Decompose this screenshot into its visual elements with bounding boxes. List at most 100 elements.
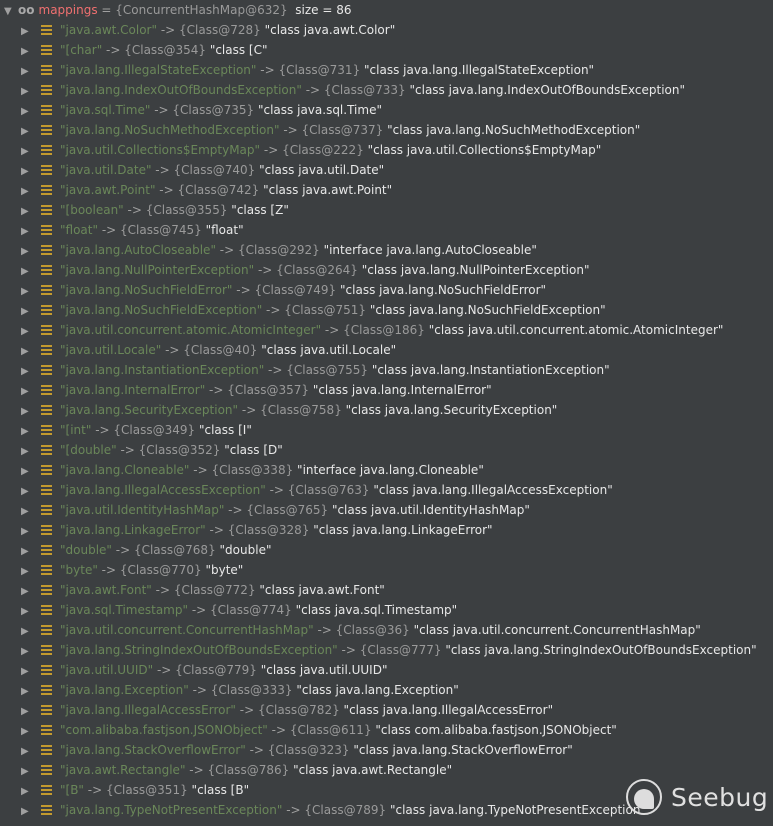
expand-arrow-icon[interactable]: ▶ bbox=[21, 342, 35, 362]
expand-arrow-icon[interactable]: ▶ bbox=[21, 322, 35, 342]
map-entry[interactable]: ▶ "java.sql.Time" -> {Class@735} "class j… bbox=[0, 100, 773, 120]
map-entry[interactable]: ▶ "java.lang.IllegalAccessError" -> {Clas… bbox=[0, 700, 773, 720]
expand-arrow-icon[interactable]: ▶ bbox=[21, 562, 35, 582]
collapse-arrow-icon[interactable]: ▼ bbox=[4, 2, 18, 22]
map-entry[interactable]: ▶ "java.util.Locale" -> {Class@40} "class… bbox=[0, 340, 773, 360]
map-entry[interactable]: ▶ "java.lang.Cloneable" -> {Class@338} "i… bbox=[0, 460, 773, 480]
map-entry[interactable]: ▶ "java.util.UUID" -> {Class@779} "class … bbox=[0, 660, 773, 680]
map-entry[interactable]: ▶ "java.lang.NoSuchFieldError" -> {Class@… bbox=[0, 280, 773, 300]
entry-value: "class java.util.concurrent.ConcurrentHa… bbox=[413, 623, 701, 637]
mappings-node[interactable]: ▼ oo mappings = {ConcurrentHashMap@632} si… bbox=[0, 0, 773, 20]
expand-arrow-icon[interactable]: ▶ bbox=[21, 582, 35, 602]
map-entry[interactable]: ▶ "[char" -> {Class@354} "class [C" bbox=[0, 40, 773, 60]
map-entry[interactable]: ▶ "java.lang.SecurityException" -> {Class… bbox=[0, 400, 773, 420]
arrow-separator: -> bbox=[123, 203, 146, 217]
map-entry[interactable]: ▶ "java.util.concurrent.atomic.AtomicInte… bbox=[0, 320, 773, 340]
expand-arrow-icon[interactable]: ▶ bbox=[21, 302, 35, 322]
map-entry[interactable]: ▶ "java.lang.AutoCloseable" -> {Class@292… bbox=[0, 240, 773, 260]
map-entry[interactable]: ▶ "java.util.Collections$EmptyMap" -> {Cl… bbox=[0, 140, 773, 160]
map-entry[interactable]: ▶ "java.util.Date" -> {Class@740} "class … bbox=[0, 160, 773, 180]
expand-arrow-icon[interactable]: ▶ bbox=[21, 522, 35, 542]
expand-arrow-icon[interactable]: ▶ bbox=[21, 682, 35, 702]
expand-arrow-icon[interactable]: ▶ bbox=[21, 782, 35, 802]
map-entry[interactable]: ▶ "java.lang.StackOverflowError" -> {Clas… bbox=[0, 740, 773, 760]
expand-arrow-icon[interactable]: ▶ bbox=[21, 622, 35, 642]
expand-arrow-icon[interactable]: ▶ bbox=[21, 202, 35, 222]
map-entry[interactable]: ▶ "byte" -> {Class@770} "byte" bbox=[0, 560, 773, 580]
map-entry[interactable]: ▶ "java.lang.IllegalAccessException" -> {… bbox=[0, 480, 773, 500]
entry-value: "class java.lang.StackOverflowError" bbox=[353, 743, 573, 757]
entry-ref: {Class@768} bbox=[133, 543, 216, 557]
expand-arrow-icon[interactable]: ▶ bbox=[21, 282, 35, 302]
map-entry[interactable]: ▶ "com.alibaba.fastjson.JSONObject" -> {C… bbox=[0, 720, 773, 740]
expand-arrow-icon[interactable]: ▶ bbox=[21, 62, 35, 82]
map-entry[interactable]: ▶ "java.lang.StringIndexOutOfBoundsExcept… bbox=[0, 640, 773, 660]
map-entry[interactable]: ▶ "java.lang.LinkageError" -> {Class@328}… bbox=[0, 520, 773, 540]
expand-arrow-icon[interactable]: ▶ bbox=[21, 82, 35, 102]
map-entry[interactable]: ▶ "java.util.concurrent.ConcurrentHashMap… bbox=[0, 620, 773, 640]
expand-arrow-icon[interactable]: ▶ bbox=[21, 602, 35, 622]
expand-arrow-icon[interactable]: ▶ bbox=[21, 182, 35, 202]
expand-arrow-icon[interactable]: ▶ bbox=[21, 722, 35, 742]
map-entry[interactable]: ▶ "java.awt.Point" -> {Class@742} "class … bbox=[0, 180, 773, 200]
map-entry[interactable]: ▶ "java.lang.InternalError" -> {Class@357… bbox=[0, 380, 773, 400]
expand-arrow-icon[interactable]: ▶ bbox=[21, 382, 35, 402]
expand-arrow-icon[interactable]: ▶ bbox=[21, 502, 35, 522]
map-entry-icon bbox=[41, 765, 52, 775]
map-entry-icon bbox=[41, 545, 52, 555]
entry-value: "double" bbox=[219, 543, 272, 557]
map-entry[interactable]: ▶ "float" -> {Class@745} "float" bbox=[0, 220, 773, 240]
map-entry[interactable]: ▶ "java.awt.Rectangle" -> {Class@786} "cl… bbox=[0, 760, 773, 780]
map-entry[interactable]: ▶ "[boolean" -> {Class@355} "class [Z" bbox=[0, 200, 773, 220]
map-entry[interactable]: ▶ "java.awt.Color" -> {Class@728} "class … bbox=[0, 20, 773, 40]
expand-arrow-icon[interactable]: ▶ bbox=[21, 42, 35, 62]
expand-arrow-icon[interactable]: ▶ bbox=[21, 222, 35, 242]
map-entry[interactable]: ▶ "java.lang.NullPointerException" -> {Cl… bbox=[0, 260, 773, 280]
map-entry[interactable]: ▶ "java.lang.NoSuchFieldException" -> {Cl… bbox=[0, 300, 773, 320]
map-entry-icon bbox=[41, 305, 52, 315]
expand-arrow-icon[interactable]: ▶ bbox=[21, 122, 35, 142]
map-entry-icon bbox=[41, 805, 52, 815]
entry-key: "java.util.Date" bbox=[60, 163, 152, 177]
map-entry[interactable]: ▶ "double" -> {Class@768} "double" bbox=[0, 540, 773, 560]
expand-arrow-icon[interactable]: ▶ bbox=[21, 242, 35, 262]
expand-arrow-icon[interactable]: ▶ bbox=[21, 762, 35, 782]
entry-key: "java.lang.IllegalStateException" bbox=[60, 63, 257, 77]
expand-arrow-icon[interactable]: ▶ bbox=[21, 362, 35, 382]
entry-value: "class java.util.concurrent.atomic.Atomi… bbox=[428, 323, 724, 337]
expand-arrow-icon[interactable]: ▶ bbox=[21, 422, 35, 442]
map-entry[interactable]: ▶ "java.lang.NoSuchMethodException" -> {C… bbox=[0, 120, 773, 140]
variable-ref: {ConcurrentHashMap@632} bbox=[115, 3, 288, 17]
map-entry[interactable]: ▶ "[int" -> {Class@349} "class [I" bbox=[0, 420, 773, 440]
expand-arrow-icon[interactable]: ▶ bbox=[21, 262, 35, 282]
entry-ref: {Class@186} bbox=[343, 323, 425, 337]
map-entry[interactable]: ▶ "java.lang.InstantiationException" -> {… bbox=[0, 360, 773, 380]
expand-arrow-icon[interactable]: ▶ bbox=[21, 642, 35, 662]
expand-arrow-icon[interactable]: ▶ bbox=[21, 482, 35, 502]
map-entry[interactable]: ▶ "java.sql.Timestamp" -> {Class@774} "cl… bbox=[0, 600, 773, 620]
entry-value: "class [I" bbox=[198, 423, 252, 437]
expand-arrow-icon[interactable]: ▶ bbox=[21, 142, 35, 162]
entry-key: "java.util.UUID" bbox=[60, 663, 154, 677]
expand-arrow-icon[interactable]: ▶ bbox=[21, 662, 35, 682]
expand-arrow-icon[interactable]: ▶ bbox=[21, 702, 35, 722]
entry-value: "class java.awt.Color" bbox=[264, 23, 396, 37]
map-entry[interactable]: ▶ "[double" -> {Class@352} "class [D" bbox=[0, 440, 773, 460]
map-entry[interactable]: ▶ "java.lang.IndexOutOfBoundsException" -… bbox=[0, 80, 773, 100]
expand-arrow-icon[interactable]: ▶ bbox=[21, 442, 35, 462]
expand-arrow-icon[interactable]: ▶ bbox=[21, 742, 35, 762]
map-entry[interactable]: ▶ "java.util.IdentityHashMap" -> {Class@7… bbox=[0, 500, 773, 520]
expand-arrow-icon[interactable]: ▶ bbox=[21, 462, 35, 482]
expand-arrow-icon[interactable]: ▶ bbox=[21, 162, 35, 182]
entry-key: "java.lang.NullPointerException" bbox=[60, 263, 255, 277]
expand-arrow-icon[interactable]: ▶ bbox=[21, 102, 35, 122]
map-entry-icon bbox=[41, 365, 52, 375]
expand-arrow-icon[interactable]: ▶ bbox=[21, 542, 35, 562]
expand-arrow-icon[interactable]: ▶ bbox=[21, 22, 35, 42]
map-entry[interactable]: ▶ "java.awt.Font" -> {Class@772} "class j… bbox=[0, 580, 773, 600]
map-entry[interactable]: ▶ "java.lang.Exception" -> {Class@333} "c… bbox=[0, 680, 773, 700]
entry-key: "java.util.concurrent.atomic.AtomicInteg… bbox=[60, 323, 322, 337]
expand-arrow-icon[interactable]: ▶ bbox=[21, 402, 35, 422]
expand-arrow-icon[interactable]: ▶ bbox=[21, 802, 35, 822]
map-entry[interactable]: ▶ "java.lang.IllegalStateException" -> {C… bbox=[0, 60, 773, 80]
